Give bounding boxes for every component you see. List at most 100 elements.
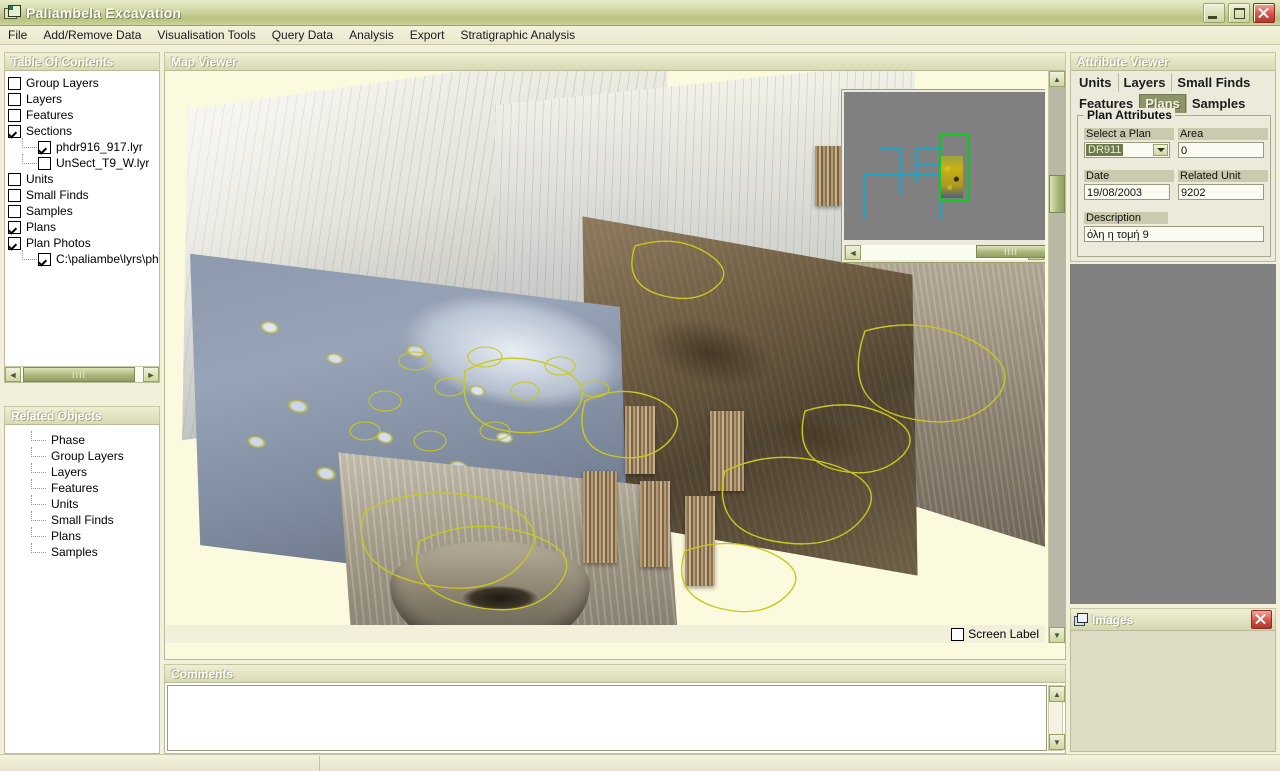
menu-visualisation-tools[interactable]: Visualisation Tools xyxy=(149,26,263,44)
tab-units[interactable]: Units xyxy=(1073,73,1118,92)
tab-layers[interactable]: Layers xyxy=(1117,73,1172,92)
overview-inset-window[interactable]: ◄ IIII ► xyxy=(841,89,1045,263)
screen-label-text: Screen Label xyxy=(968,627,1039,641)
checkbox-unsect-t9-w-lyr[interactable] xyxy=(38,156,51,170)
menu-export[interactable]: Export xyxy=(402,26,453,44)
related-objects-title: Related Objects xyxy=(4,406,160,424)
toc-item-label: Samples xyxy=(26,204,73,218)
comments-panel: Comments ▲ ▼ xyxy=(164,664,1066,754)
list-item[interactable]: Phase xyxy=(5,431,159,448)
overview-scroll-thumb[interactable]: IIII xyxy=(976,245,1045,258)
overview-canvas[interactable] xyxy=(844,92,1045,240)
checkbox-small-finds[interactable] xyxy=(8,188,21,202)
menu-analysis[interactable]: Analysis xyxy=(341,26,402,44)
list-item[interactable]: Small Finds xyxy=(5,511,159,528)
menu-query-data[interactable]: Query Data xyxy=(264,26,341,44)
checkbox-plan-photo-path[interactable] xyxy=(38,252,51,266)
toc-item-phdr916-917-lyr[interactable]: phdr916_917.lyr xyxy=(8,138,156,155)
select-a-plan-value: DR911 xyxy=(1086,144,1124,156)
map-vscroll-thumb[interactable] xyxy=(1049,175,1065,213)
toc-item-label: phdr916_917.lyr xyxy=(56,140,143,154)
related-item-label: Phase xyxy=(51,433,86,447)
toc-scroll-track[interactable]: IIII xyxy=(21,367,143,382)
toc-item-plan-photo-path[interactable]: C:\paliambe\lyrs\ph xyxy=(8,250,159,267)
overview-scroll-track[interactable]: IIII xyxy=(861,245,1045,260)
related-item-label: Group Layers xyxy=(51,449,124,463)
overview-scroll-left-icon[interactable]: ◄ xyxy=(845,245,861,260)
related-unit-label: Related Unit xyxy=(1178,170,1268,182)
description-field[interactable]: όλη η τομή 9 xyxy=(1084,226,1264,242)
comments-body: ▲ ▼ xyxy=(164,682,1066,754)
map-viewer-title: Map Viewer xyxy=(164,52,1066,70)
toc-item-samples[interactable]: Samples xyxy=(8,203,156,219)
toc-item-small-finds[interactable]: Small Finds xyxy=(8,187,156,203)
images-panel-header: Images xyxy=(1070,608,1276,630)
scroll-down-icon[interactable]: ▼ xyxy=(1049,627,1065,643)
map-vscroll-track[interactable] xyxy=(1049,87,1065,627)
scroll-right-icon[interactable]: ► xyxy=(143,367,159,382)
close-images-button[interactable] xyxy=(1251,610,1272,629)
menu-file[interactable]: File xyxy=(0,26,35,44)
comments-textarea[interactable] xyxy=(167,685,1047,751)
comments-scroll-up-icon[interactable]: ▲ xyxy=(1049,686,1065,702)
plan-attributes-group: Plan Attributes Select a Plan DR911 Area… xyxy=(1077,108,1271,257)
checkbox-features[interactable] xyxy=(8,108,21,122)
related-item-label: Small Finds xyxy=(51,513,114,527)
images-panel-body[interactable] xyxy=(1070,630,1276,752)
toc-item-plans[interactable]: Plans xyxy=(8,219,156,235)
toc-item-plan-photos[interactable]: Plan Photos xyxy=(8,235,156,251)
scroll-up-icon[interactable]: ▲ xyxy=(1049,71,1065,87)
comments-scroll-down-icon[interactable]: ▼ xyxy=(1049,734,1065,750)
tab-samples[interactable]: Samples xyxy=(1185,94,1252,113)
scroll-left-icon[interactable]: ◄ xyxy=(5,367,21,382)
list-item[interactable]: Samples xyxy=(5,543,159,560)
minimize-button[interactable] xyxy=(1203,2,1225,23)
comments-vertical-scrollbar[interactable]: ▲ ▼ xyxy=(1048,685,1065,751)
related-objects-list: Phase Group Layers Layers Features Units… xyxy=(5,425,159,560)
attribute-viewer-title: Attribute Viewer xyxy=(1070,52,1276,70)
checkbox-layers[interactable] xyxy=(8,92,21,106)
toc-item-group-layers[interactable]: Group Layers xyxy=(8,75,156,91)
menu-stratigraphic-analysis[interactable]: Stratigraphic Analysis xyxy=(452,26,583,44)
list-item[interactable]: Group Layers xyxy=(5,447,159,464)
checkbox-sections[interactable] xyxy=(8,124,21,138)
checkbox-group-layers[interactable] xyxy=(8,76,21,90)
list-item[interactable]: Features xyxy=(5,479,159,496)
tab-small-finds[interactable]: Small Finds xyxy=(1171,73,1257,92)
checkbox-plan-photos[interactable] xyxy=(8,236,21,250)
application-window: Paliambela Excavation File Add/Remove Da… xyxy=(0,0,1280,771)
area-label: Area xyxy=(1178,128,1268,140)
overview-horizontal-scrollbar[interactable]: ◄ IIII ► xyxy=(844,245,1045,260)
toc-scroll-thumb[interactable]: IIII xyxy=(23,367,135,382)
toc-item-units[interactable]: Units xyxy=(8,171,156,187)
maximize-button[interactable] xyxy=(1228,2,1250,23)
screen-label-checkbox-row[interactable]: Screen Label xyxy=(951,627,1039,641)
related-item-label: Samples xyxy=(51,545,98,559)
toc-item-label: UnSect_T9_W.lyr xyxy=(56,156,150,170)
chevron-down-icon[interactable] xyxy=(1153,144,1168,156)
area-field[interactable]: 0 xyxy=(1178,142,1264,158)
toc-tree: Group Layers Layers Features Sections ph… xyxy=(5,71,159,271)
checkbox-screen-label[interactable] xyxy=(951,627,965,641)
toc-item-features[interactable]: Features xyxy=(8,107,156,123)
select-a-plan-combobox[interactable]: DR911 xyxy=(1084,142,1170,158)
list-item[interactable]: Units xyxy=(5,495,159,512)
map-footer: Screen Label xyxy=(165,625,1045,643)
toc-horizontal-scrollbar[interactable]: ◄ IIII ► xyxy=(5,366,159,382)
menu-add-remove-data[interactable]: Add/Remove Data xyxy=(35,26,149,44)
toc-item-layers[interactable]: Layers xyxy=(8,91,156,107)
list-item[interactable]: Layers xyxy=(5,463,159,480)
close-button[interactable] xyxy=(1253,2,1275,23)
checkbox-units[interactable] xyxy=(8,172,21,186)
list-item[interactable]: Plans xyxy=(5,527,159,544)
checkbox-phdr916-917-lyr[interactable] xyxy=(38,140,51,154)
map-vertical-scrollbar[interactable]: ▲ ▼ xyxy=(1048,71,1065,643)
map-viewer-panel: Map Viewer ◄ IIII Screen Label ▲ ▼ xyxy=(164,52,1066,660)
toc-item-sections[interactable]: Sections xyxy=(8,123,156,139)
checkbox-samples[interactable] xyxy=(8,204,21,218)
related-unit-field[interactable]: 9202 xyxy=(1178,184,1264,200)
checkbox-plans[interactable] xyxy=(8,220,21,234)
date-field[interactable]: 19/08/2003 xyxy=(1084,184,1170,200)
toc-item-unsect-t9-w-lyr[interactable]: UnSect_T9_W.lyr xyxy=(8,154,156,171)
map-canvas[interactable]: ◄ IIII ► Screen Label xyxy=(165,71,1045,643)
